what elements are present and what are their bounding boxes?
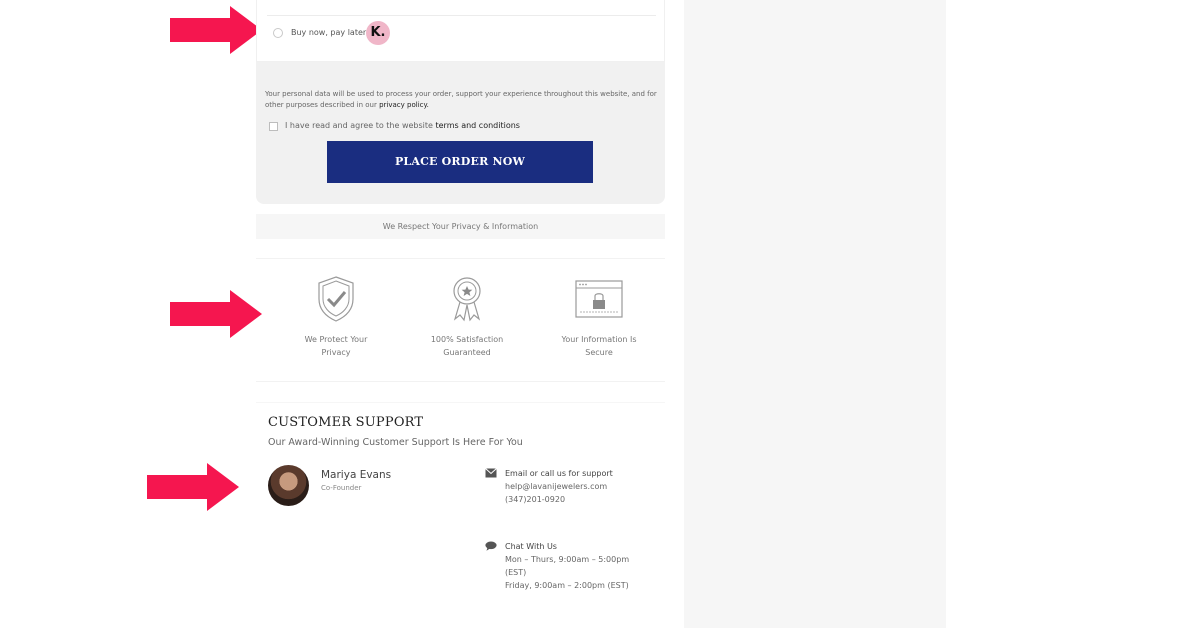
secure-browser-lock-icon bbox=[575, 280, 623, 318]
badge-privacy: We Protect Your Privacy bbox=[276, 275, 396, 359]
privacy-policy-link[interactable]: privacy policy. bbox=[379, 101, 429, 109]
badge-label: Your Information Is Secure bbox=[539, 333, 659, 359]
trust-badges: We Protect Your Privacy 100% Satisfactio… bbox=[256, 258, 665, 382]
payment-option-box: Buy now, pay later K. bbox=[256, 0, 665, 62]
klarna-logo-icon: K. bbox=[366, 21, 390, 45]
avatar bbox=[268, 465, 309, 506]
pay-later-radio[interactable] bbox=[273, 28, 283, 38]
terms-agreement-text: I have read and agree to the website bbox=[285, 121, 436, 130]
badge-label: 100% Satisfaction Guaranteed bbox=[407, 333, 527, 359]
support-person-name: Mariya Evans bbox=[321, 469, 392, 481]
terms-box: Your personal data will be used to proce… bbox=[256, 62, 665, 204]
red-arrow-1 bbox=[170, 6, 262, 54]
badge-line: Your Information Is bbox=[561, 335, 637, 344]
place-order-button[interactable]: PLACE ORDER NOW bbox=[327, 141, 593, 183]
privacy-strip: We Respect Your Privacy & Information bbox=[256, 214, 665, 239]
support-phone-link[interactable]: (347)201-0920 bbox=[505, 493, 565, 506]
envelope-icon bbox=[485, 468, 497, 478]
badge-secure: Your Information Is Secure bbox=[539, 275, 659, 359]
support-subtitle: Our Award-Winning Customer Support Is He… bbox=[268, 437, 523, 448]
chat-bubble-icon bbox=[485, 541, 497, 551]
terms-link[interactable]: terms and conditions bbox=[436, 121, 520, 130]
red-arrow-2 bbox=[170, 290, 262, 338]
divider bbox=[267, 15, 656, 16]
right-side-panel bbox=[684, 0, 946, 628]
customer-support: CUSTOMER SUPPORT Our Award-Winning Custo… bbox=[256, 402, 665, 622]
shield-check-icon bbox=[318, 276, 354, 322]
chat-heading[interactable]: Chat With Us bbox=[505, 542, 557, 551]
chat-hours-line: (EST) bbox=[505, 568, 527, 577]
red-arrow-3 bbox=[147, 463, 239, 511]
badge-line: Privacy bbox=[321, 348, 351, 357]
badge-label: We Protect Your Privacy bbox=[276, 333, 396, 359]
badge-line: 100% Satisfaction bbox=[430, 335, 504, 344]
chat-hours-line: Mon – Thurs, 9:00am – 5:00pm bbox=[505, 555, 630, 564]
support-title: CUSTOMER SUPPORT bbox=[268, 415, 424, 430]
support-email-link[interactable]: help@lavanijewelers.com bbox=[505, 480, 607, 493]
chat-hours-line: Friday, 9:00am – 2:00pm (EST) bbox=[505, 581, 629, 590]
pay-later-label[interactable]: Buy now, pay later bbox=[291, 28, 366, 37]
terms-agreement: I have read and agree to the website ter… bbox=[285, 121, 520, 130]
support-person-role: Co-Founder bbox=[321, 484, 362, 492]
privacy-notice: Your personal data will be used to proce… bbox=[265, 89, 661, 111]
badge-line: Guaranteed bbox=[443, 348, 491, 357]
badge-line: We Protect Your bbox=[304, 335, 368, 344]
badge-line: Secure bbox=[585, 348, 613, 357]
privacy-notice-text: Your personal data will be used to proce… bbox=[265, 90, 657, 109]
terms-checkbox[interactable] bbox=[269, 122, 278, 131]
badge-satisfaction: 100% Satisfaction Guaranteed bbox=[407, 275, 527, 359]
email-support-heading: Email or call us for support bbox=[505, 469, 613, 478]
award-ribbon-icon bbox=[453, 277, 481, 322]
